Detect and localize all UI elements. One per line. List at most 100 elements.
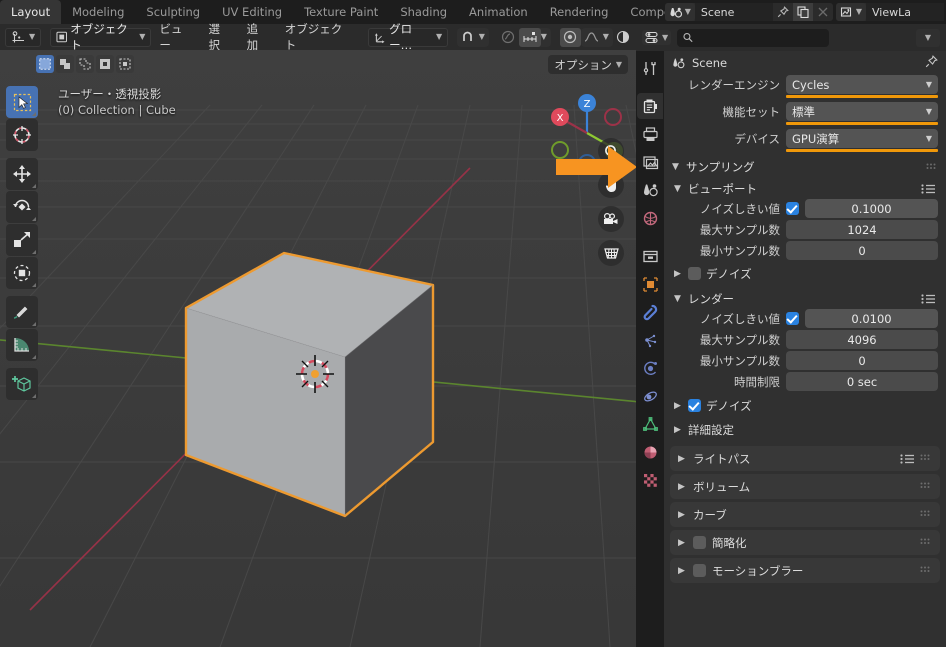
properties-panel-column[interactable]: Scene レンダーエンジン Cycles ▼ 機能セット 標準 ▼ デバイス GPU演算 ▼ …: [664, 51, 946, 647]
properties-tab-column[interactable]: [636, 51, 664, 647]
render-denoise-header[interactable]: ▶ デノイズ: [664, 395, 946, 416]
property-row-1[interactable]: 機能セット 標準 ▼: [672, 102, 938, 125]
viewport-noise-threshold-checkbox[interactable]: [786, 202, 799, 215]
render-time-limit-row[interactable]: 時間制限 0 sec: [672, 372, 938, 391]
property-dropdown-2[interactable]: GPU演算 ▼: [786, 129, 938, 152]
snap-increment-icon[interactable]: [518, 27, 541, 47]
proportional-falloff-icon[interactable]: [581, 28, 603, 47]
menu-view[interactable]: ビュー: [151, 22, 200, 52]
render-max-samples-value[interactable]: 4096: [786, 330, 938, 349]
viewport-shading-icon[interactable]: [613, 28, 634, 47]
pivot-point-icon[interactable]: [559, 27, 581, 47]
render-min-samples-row[interactable]: 最小サンプル数 0: [672, 351, 938, 370]
viewport-options-button[interactable]: オプション ▼: [548, 55, 628, 74]
sampling-render-header[interactable]: ▼ レンダー: [664, 288, 946, 309]
world-tab[interactable]: [637, 205, 663, 231]
render-min-samples-value[interactable]: 0: [786, 351, 938, 370]
tweak-select-icon[interactable]: [36, 55, 54, 73]
preset-menu-icon[interactable]: [921, 183, 936, 194]
preset-menu-icon[interactable]: [900, 453, 915, 464]
circle-select-icon[interactable]: [76, 55, 94, 73]
physics-tab[interactable]: [637, 355, 663, 381]
render-denoise-checkbox[interactable]: [688, 399, 701, 412]
select-mode-buttons[interactable]: [36, 55, 134, 73]
object-tab[interactable]: [637, 271, 663, 297]
menu-add[interactable]: 追加: [239, 22, 277, 52]
data-tab[interactable]: [637, 411, 663, 437]
property-row-0[interactable]: レンダーエンジン Cycles ▼: [672, 75, 938, 98]
3d-viewport[interactable]: オプション ▼ ユーザー・透視投影 (0) Collection | Cube: [0, 50, 636, 647]
move-tool[interactable]: [6, 158, 38, 190]
proportional-edit-icon[interactable]: [498, 28, 519, 47]
render-noise-threshold-row[interactable]: ノイズしきい値 0.0100: [672, 309, 938, 328]
filter-chevron-icon[interactable]: ▼: [916, 28, 940, 47]
closed-panels-list[interactable]: ▶ ライトパス ▶ ボリューム ▶ カーブ ▶ 簡略化 ▶ モーションブラー: [664, 446, 946, 583]
workspace-tab-7[interactable]: Rendering: [539, 0, 620, 24]
modifier-tab[interactable]: [637, 299, 663, 325]
closed-panel-checkbox-4[interactable]: [693, 564, 706, 577]
viewport-denoise-header[interactable]: ▶ デノイズ: [664, 263, 946, 284]
closed-panel-2[interactable]: ▶ カーブ: [670, 502, 940, 527]
transform-orientation-selector[interactable]: グロー… ▼: [367, 22, 449, 52]
menu-select[interactable]: 選択: [201, 22, 239, 52]
render-noise-threshold-checkbox[interactable]: [786, 312, 799, 325]
viewport-min-samples-value[interactable]: 0: [786, 241, 938, 260]
closed-panel-1[interactable]: ▶ ボリューム: [670, 474, 940, 499]
rotate-tool[interactable]: [6, 191, 38, 223]
viewport-toolbar[interactable]: [6, 86, 38, 400]
pin-icon[interactable]: [773, 3, 793, 21]
view-layer-icon[interactable]: ▼: [835, 3, 866, 21]
transform-tool[interactable]: [6, 257, 38, 289]
output-tab[interactable]: [637, 121, 663, 147]
material-tab[interactable]: [637, 439, 663, 465]
render-tab[interactable]: [637, 93, 663, 119]
close-icon[interactable]: [813, 3, 833, 21]
object-mode-selector[interactable]: オブジェクト ▼: [49, 22, 152, 52]
annotate-tool[interactable]: [6, 296, 38, 328]
viewport-denoise-checkbox[interactable]: [688, 267, 701, 280]
box-select-icon[interactable]: [56, 55, 74, 73]
measure-tool[interactable]: [6, 329, 38, 361]
render-engine-fields[interactable]: レンダーエンジン Cycles ▼ 機能セット 標準 ▼ デバイス GPU演算 ▼: [664, 75, 946, 152]
pin-icon[interactable]: [925, 55, 938, 71]
sampling-viewport-header[interactable]: ▼ ビューポート: [664, 178, 946, 199]
add-cube-tool[interactable]: [6, 368, 38, 400]
view-layer-tab[interactable]: [637, 149, 663, 175]
viewport-max-samples-value[interactable]: 1024: [786, 220, 938, 239]
texture-tab[interactable]: [637, 467, 663, 493]
toggle-orthographic-icon[interactable]: [598, 240, 624, 266]
snap-magnet-icon[interactable]: [457, 28, 479, 47]
properties-search[interactable]: [677, 28, 830, 47]
scale-tool[interactable]: [6, 224, 38, 256]
select-box-dashed-icon[interactable]: [116, 55, 134, 73]
workspace-tab-6[interactable]: Animation: [458, 0, 539, 24]
new-scene-icon[interactable]: [792, 3, 813, 21]
camera-view-icon[interactable]: [598, 206, 624, 232]
workspace-tab-0[interactable]: Layout: [0, 0, 62, 24]
editor-type-3dviewport-icon[interactable]: ▼: [5, 27, 42, 47]
closed-panel-3[interactable]: ▶ 簡略化: [670, 530, 940, 555]
viewport-max-samples-row[interactable]: 最大サンプル数 1024: [672, 220, 938, 239]
viewport-min-samples-row[interactable]: 最小サンプル数 0: [672, 241, 938, 260]
proportional-falloff-controls[interactable]: ▼: [580, 27, 613, 47]
particles-tab[interactable]: [637, 327, 663, 353]
lasso-select-icon[interactable]: [96, 55, 114, 73]
property-dropdown-0[interactable]: Cycles ▼: [786, 75, 938, 98]
view-layer-name-field[interactable]: ViewLa: [866, 3, 944, 21]
render-max-samples-row[interactable]: 最大サンプル数 4096: [672, 330, 938, 349]
menu-object[interactable]: オブジェクト: [277, 22, 359, 52]
property-dropdown-1[interactable]: 標準 ▼: [786, 102, 938, 125]
closed-panel-4[interactable]: ▶ モーションブラー: [670, 558, 940, 583]
scene-selector[interactable]: ▼ Scene: [664, 3, 833, 21]
preset-menu-icon[interactable]: [921, 293, 936, 304]
scene-browse-icon[interactable]: ▼: [664, 3, 695, 21]
tool-tab[interactable]: [637, 55, 663, 81]
tweak-tool[interactable]: [6, 86, 38, 118]
sampling-advanced-header[interactable]: ▶ 詳細設定: [664, 419, 946, 440]
render-time-limit-value[interactable]: 0 sec: [786, 372, 938, 391]
collection-tab[interactable]: [637, 243, 663, 269]
view-layer-selector[interactable]: ▼ ViewLa: [835, 3, 944, 21]
scene-name-field[interactable]: Scene: [694, 3, 773, 21]
constraint-tab[interactable]: [637, 383, 663, 409]
viewport-noise-threshold-row[interactable]: ノイズしきい値 0.1000: [672, 199, 938, 218]
